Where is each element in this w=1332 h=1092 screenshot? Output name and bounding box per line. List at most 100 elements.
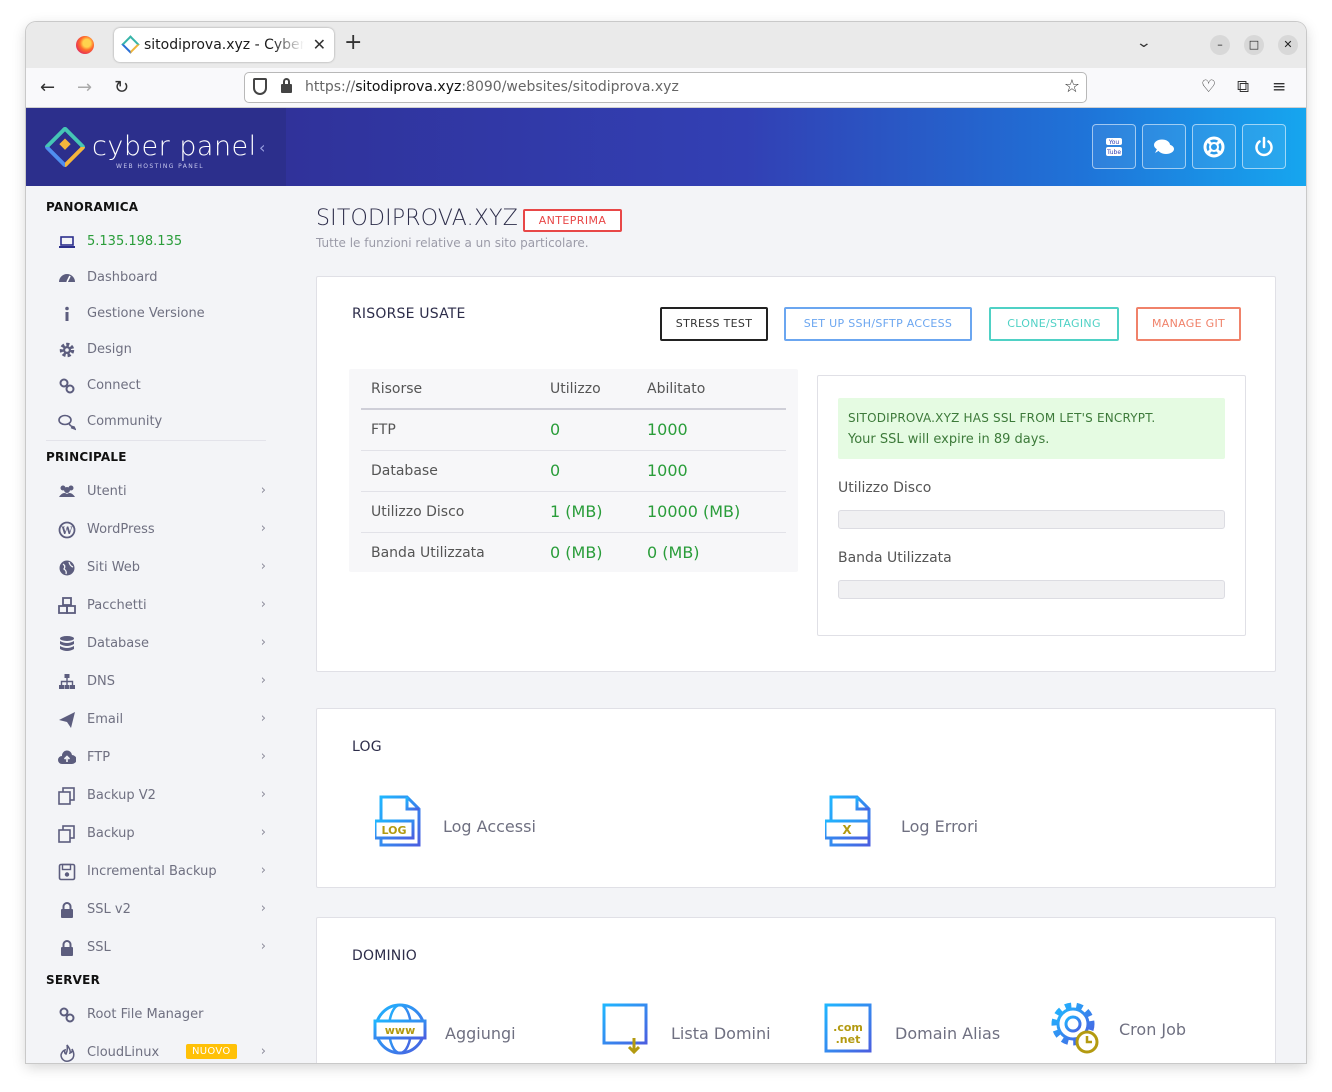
page-title: SITODIPROVA.XYZ - [316,206,534,231]
sidebar-item-ip[interactable]: 5.135.198.135 [46,228,266,256]
back-arrow-icon[interactable]: ← [40,77,55,98]
chevron-right-icon: › [260,597,266,612]
cyberpanel-favicon-icon [121,35,140,54]
logout-button[interactable] [1242,124,1286,169]
tab-close-icon[interactable]: ✕ [313,35,326,54]
bookmark-star-icon[interactable]: ☆ [1064,76,1080,97]
domain-alias-tool[interactable]: .com .net Domain Alias [823,1002,1000,1058]
sidebar-item-design[interactable]: Design [46,336,266,364]
cron-job-label: Cron Job [1119,1020,1187,1039]
ssl-panel: SITODIPROVA.XYZ HAS SSL FROM LET'S ENCRY… [817,375,1246,636]
list-domains-tool[interactable]: Lista Domini [601,1002,771,1060]
sidebar-item-wordpress[interactable]: W WordPress › [46,516,266,544]
svg-text:You: You [1108,139,1120,146]
menu-icon[interactable]: ≡ [1272,77,1286,97]
minimize-button[interactable]: – [1210,35,1230,55]
sidebar-item-websites[interactable]: Siti Web › [46,554,266,582]
dashboard-icon [59,274,75,283]
clone-staging-button[interactable]: CLONE/STAGING [989,307,1119,341]
cubes-icon [58,597,76,614]
reload-icon[interactable]: ↻ [114,77,129,98]
list-tabs-chevron-icon[interactable]: ⌄ [1136,35,1152,51]
table-header-row: Risorse Utilizzo Abilitato [361,369,786,410]
log-title: LOG [352,739,382,755]
save-icon [58,863,76,881]
sidebar-item-database[interactable]: Database › [46,630,266,658]
sidebar-item-backup[interactable]: Backup › [46,820,266,848]
add-domain-tool[interactable]: www Aggiungi [373,1002,516,1060]
ssl-status-alert: SITODIPROVA.XYZ HAS SSL FROM LET'S ENCRY… [838,398,1225,459]
error-log-tool[interactable]: X Log Errori [823,795,978,857]
gear-icon [59,342,75,358]
chevron-right-icon: › [260,863,266,878]
brand-name[interactable]: cyber panel [92,131,257,162]
sidebar-item-ssl[interactable]: SSL › [46,934,266,962]
chevron-right-icon: › [260,635,266,650]
sidebar-item-ssl-v2[interactable]: SSL v2 › [46,896,266,924]
forward-arrow-icon[interactable]: → [77,77,92,98]
sidebar-item-incremental-backup[interactable]: Incremental Backup › [46,858,266,886]
help-button[interactable] [1192,124,1236,169]
active-tab[interactable]: sitodiprova.xyz - CyberPanel ✕ [114,28,334,62]
sidebar-item-email[interactable]: Email › [46,706,266,734]
sidebar-item-version[interactable]: Gestione Versione [46,300,266,328]
disk-usage-label: Utilizzo Disco [838,480,932,496]
new-badge: NUOVO [186,1044,237,1059]
link-icon [59,378,75,394]
youtube-icon: You Tube [1106,138,1122,156]
list-document-icon [602,1003,648,1055]
tracking-shield-icon[interactable] [253,78,267,95]
firefox-icon[interactable] [76,36,94,54]
table-row: Database 0 1000 [361,451,786,492]
chevron-right-icon: › [260,711,266,726]
close-window-button[interactable]: ✕ [1278,35,1298,55]
resources-card: RISORSE USATE STRESS TEST SET UP SSH/SFT… [316,276,1276,672]
list-domains-label: Lista Domini [671,1024,771,1043]
sidebar: PANORAMICA 5.135.198.135 Dashboard Gesti… [26,186,286,1063]
disk-usage-progress [838,510,1225,529]
sidebar-item-connect[interactable]: Connect [46,372,266,400]
chat-icon [58,414,76,431]
sidebar-item-dashboard[interactable]: Dashboard [46,264,266,292]
sidebar-collapse-icon[interactable]: ‹ [259,138,265,157]
sidebar-item-dns[interactable]: DNS › [46,668,266,696]
sidebar-item-users[interactable]: Utenti › [46,478,266,506]
maximize-button[interactable]: □ [1244,35,1264,55]
domain-title: DOMINIO [352,948,418,964]
table-row: Banda Utilizzata 0 (MB) 0 (MB) [371,543,700,562]
sidebar-item-backup-v2[interactable]: Backup V2 › [46,782,266,810]
add-domain-label: Aggiungi [445,1024,516,1043]
preview-button[interactable]: ANTEPRIMA [523,209,622,232]
sidebar-item-root-file-manager[interactable]: Root File Manager [46,1001,266,1029]
sidebar-ip-label: 5.135.198.135 [87,234,183,249]
paper-plane-icon [59,712,75,728]
access-log-tool[interactable]: LOG Log Accessi [373,795,536,857]
chat-button[interactable] [1142,124,1186,169]
ssh-access-button[interactable]: SET UP SSH/SFTP ACCESS [784,307,972,341]
pocket-icon[interactable]: ♡ [1201,77,1216,97]
url-text[interactable]: https://sitodiprova.xyz:8090/websites/si… [305,79,679,95]
chevron-right-icon: › [260,483,266,498]
sidebar-item-ftp[interactable]: FTP › [46,744,266,772]
resources-title: RISORSE USATE [352,306,466,322]
sidebar-item-packages[interactable]: Pacchetti › [46,592,266,620]
sidebar-section-overview: PANORAMICA [46,200,139,214]
svg-text:.net: .net [836,1033,861,1046]
copy-icon [58,787,75,805]
cron-gear-icon [1051,1002,1099,1054]
log-file-icon: LOG [373,795,421,850]
wordpress-icon: W [58,521,76,539]
link-icon [59,1007,75,1023]
manage-git-button[interactable]: MANAGE GIT [1136,307,1241,341]
table-row: Utilizzo Disco 1 (MB) 10000 (MB) [361,492,786,533]
new-tab-button[interactable]: + [344,32,362,54]
cyberpanel-logo-icon[interactable] [43,125,87,169]
padlock-icon[interactable] [281,78,292,93]
sidebar-item-community[interactable]: Community [46,408,266,436]
sidebar-item-cloudlinux[interactable]: CloudLinux NUOVO › [46,1039,266,1063]
extensions-icon[interactable]: ⧉ [1237,77,1249,97]
address-bar[interactable]: https://sitodiprova.xyz:8090/websites/si… [244,72,1087,103]
cron-job-tool[interactable]: Cron Job [1047,998,1186,1060]
stress-test-button[interactable]: STRESS TEST [660,307,768,341]
youtube-button[interactable]: You Tube [1092,124,1136,169]
